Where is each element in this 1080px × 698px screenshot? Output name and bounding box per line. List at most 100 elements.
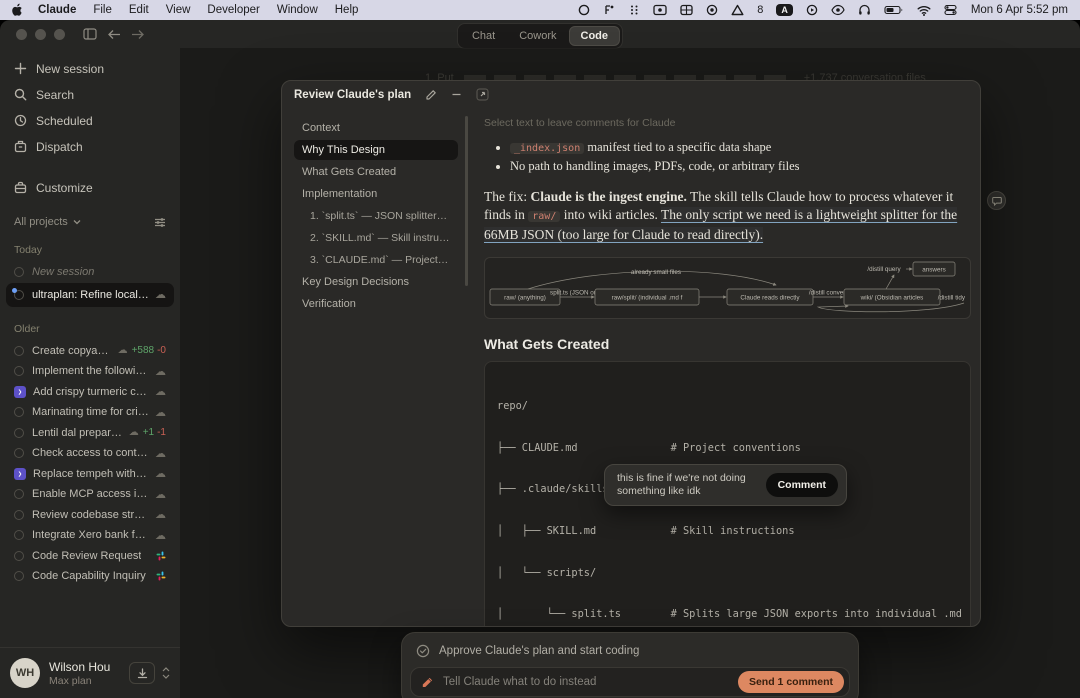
- account-switcher[interactable]: [162, 667, 170, 679]
- tab-code[interactable]: Code: [569, 26, 621, 46]
- feedback-placeholder: Tell Claude what to do instead: [443, 676, 596, 688]
- filter-sliders-icon[interactable]: [154, 217, 166, 228]
- send-comment-button[interactable]: Send 1 comment: [738, 671, 844, 693]
- wifi-icon[interactable]: [917, 5, 931, 16]
- download-button[interactable]: [129, 662, 155, 684]
- apple-logo-icon[interactable]: [12, 3, 24, 17]
- sidebar-customize[interactable]: Customize: [8, 177, 172, 198]
- nav-claude-md[interactable]: 3. `CLAUDE.md` — Project conventions ...: [302, 250, 458, 270]
- session-item[interactable]: Create copyable markdo... ☁+588-0: [6, 341, 174, 362]
- cloud-icon: [149, 508, 166, 521]
- pencil-icon: [421, 676, 434, 689]
- nav-what-gets-created[interactable]: What Gets Created: [294, 162, 458, 182]
- cloud-icon: [149, 385, 166, 398]
- svg-text:raw/split/ (individual .md f: raw/split/ (individual .md f: [612, 295, 683, 302]
- session-status-icon: [14, 267, 24, 277]
- session-item[interactable]: Implement the following plan: # Fix ...: [6, 361, 174, 382]
- sidebar-toggle-icon[interactable]: [83, 28, 97, 40]
- sidebar-search[interactable]: Search: [8, 84, 172, 105]
- cloud-icon: [149, 447, 166, 460]
- session-status-icon: [14, 448, 24, 458]
- floating-comment-button[interactable]: [987, 191, 1006, 210]
- aperture-icon[interactable]: [706, 4, 718, 16]
- comment-popup: this is fine if we're not doing somethin…: [604, 464, 847, 506]
- session-item[interactable]: ❯ Add crispy turmeric chicken recipe ...: [6, 382, 174, 403]
- nav-why-this-design[interactable]: Why This Design: [294, 140, 458, 160]
- shield-triangle-icon[interactable]: [731, 4, 744, 16]
- forward-arrow-icon[interactable]: [131, 29, 145, 40]
- comment-text[interactable]: this is fine if we're not doing somethin…: [617, 472, 766, 498]
- feedback-input[interactable]: Tell Claude what to do instead Send 1 co…: [410, 667, 850, 697]
- svg-text:wiki/ (Obsidian articles: wiki/ (Obsidian articles: [860, 295, 924, 302]
- approve-plan-button[interactable]: Approve Claude's plan and start coding: [410, 640, 850, 662]
- menu-window[interactable]: Window: [277, 4, 318, 16]
- sidebar-new-session[interactable]: New session: [8, 58, 172, 79]
- screen-record-icon[interactable]: [653, 4, 667, 16]
- minimize-window-button[interactable]: [35, 29, 46, 40]
- menu-file[interactable]: File: [93, 4, 112, 16]
- session-status-icon: [14, 366, 24, 376]
- claude-badge-icon[interactable]: A: [776, 4, 793, 16]
- eye-icon[interactable]: [831, 4, 845, 16]
- comment-button[interactable]: Comment: [766, 473, 838, 497]
- session-item[interactable]: Marinating time for crispy air fryer ...: [6, 402, 174, 423]
- diff-removed: -1: [157, 427, 166, 438]
- control-center-icon[interactable]: [944, 4, 957, 16]
- expand-modal-icon[interactable]: [476, 88, 489, 101]
- flow-diagram: already small files raw/ (anything) spli…: [484, 257, 971, 319]
- tab-cowork[interactable]: Cowork: [507, 26, 568, 46]
- tree-line: │ ├── SKILL.md # Skill instructions: [497, 525, 958, 539]
- sidebar-dispatch[interactable]: Dispatch: [8, 136, 172, 157]
- back-arrow-icon[interactable]: [107, 29, 121, 40]
- session-item[interactable]: Review codebase structure and arc...: [6, 505, 174, 526]
- clock-icon: [14, 114, 27, 127]
- edit-plan-icon[interactable]: [425, 89, 437, 101]
- app-window: Chat Cowork Code 1. Put+1,737 conversati…: [0, 20, 1080, 698]
- nav-split-ts[interactable]: 1. `split.ts` — JSON splitter (`.claude/…: [302, 206, 458, 226]
- session-item[interactable]: Integrate Xero bank feed API for au...: [6, 525, 174, 546]
- session-item[interactable]: Code Review Request: [6, 546, 174, 567]
- session-item[interactable]: Code Capability Inquiry: [6, 566, 174, 587]
- cloud-icon: [149, 365, 166, 378]
- zoom-window-button[interactable]: [54, 29, 65, 40]
- dots-column-icon[interactable]: [628, 4, 640, 16]
- menu-edit[interactable]: Edit: [129, 4, 149, 16]
- battery-icon[interactable]: [884, 4, 904, 16]
- minimize-modal-icon[interactable]: [451, 89, 462, 100]
- projects-filter[interactable]: All projects: [14, 216, 68, 228]
- window-grid-icon[interactable]: [680, 4, 693, 16]
- menu-view[interactable]: View: [166, 4, 191, 16]
- session-item[interactable]: Check access to context7: [6, 443, 174, 464]
- search-icon: [14, 88, 27, 101]
- nav-skill-md[interactable]: 2. `SKILL.md` — Skill instructions (`.cl…: [302, 228, 458, 248]
- headphones-icon[interactable]: [858, 4, 871, 16]
- nav-key-design-decisions[interactable]: Key Design Decisions: [294, 272, 458, 292]
- session-item-active[interactable]: ultraplan: Refine local plan: [6, 283, 174, 307]
- menu-claude[interactable]: Claude: [38, 4, 76, 16]
- menubar-clock[interactable]: Mon 6 Apr 5:52 pm: [971, 4, 1068, 16]
- plus-icon: [14, 62, 27, 75]
- chevron-down-icon: [73, 219, 81, 225]
- nav-verification[interactable]: Verification: [294, 294, 458, 314]
- close-window-button[interactable]: [16, 29, 27, 40]
- toolbox-icon: [14, 181, 27, 194]
- svg-text:/distill query: /distill query: [867, 266, 901, 273]
- input-source-icon[interactable]: [603, 4, 615, 16]
- menu-help[interactable]: Help: [335, 4, 359, 16]
- session-item[interactable]: ❯ Replace tempeh with tofu and sho...: [6, 464, 174, 485]
- slack-icon: [156, 571, 166, 581]
- sidebar-scheduled[interactable]: Scheduled: [8, 110, 172, 131]
- session-item[interactable]: Lentil dal preparation and s... ☁+1-1: [6, 423, 174, 444]
- menu-developer[interactable]: Developer: [207, 4, 259, 16]
- session-status-icon: [14, 346, 24, 356]
- notification-count[interactable]: 8: [757, 4, 763, 16]
- dispatch-icon: [14, 140, 27, 153]
- focus-circle-icon[interactable]: [578, 4, 590, 16]
- avatar[interactable]: WH: [10, 658, 40, 688]
- nav-implementation[interactable]: Implementation: [294, 184, 458, 204]
- play-circle-icon[interactable]: [806, 4, 818, 16]
- nav-context[interactable]: Context: [294, 118, 458, 138]
- session-item[interactable]: Enable MCP access in Claude Code...: [6, 484, 174, 505]
- session-item-draft[interactable]: New session: [6, 262, 174, 283]
- tab-chat[interactable]: Chat: [460, 26, 507, 46]
